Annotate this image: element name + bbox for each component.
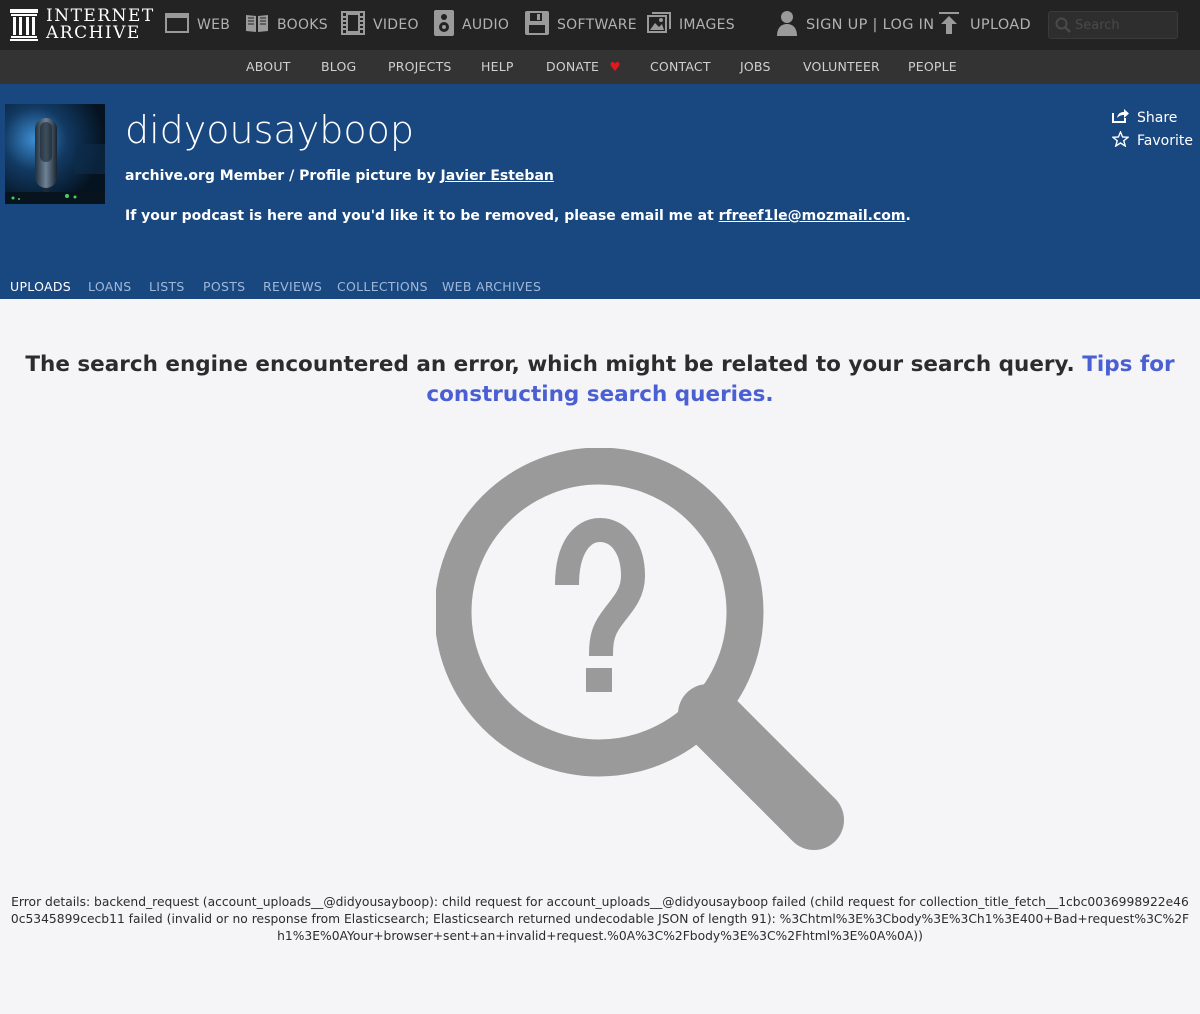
- photo-credit-link[interactable]: Javier Esteban: [440, 168, 553, 184]
- favorite-label: Favorite: [1137, 132, 1193, 149]
- tab-collections[interactable]: COLLECTIONS: [337, 279, 428, 294]
- heart-icon: ♥: [609, 59, 621, 74]
- nav-donate[interactable]: DONATE ♥: [546, 59, 621, 74]
- logo-line-2: ARCHIVE: [46, 23, 141, 43]
- tab-loans[interactable]: LOANS: [88, 279, 131, 294]
- nav-audio-label: AUDIO: [462, 17, 510, 33]
- nav-web-label: WEB: [197, 17, 231, 33]
- error-details: Error details: backend_request (account_…: [10, 895, 1190, 943]
- star-icon: [1111, 129, 1137, 151]
- upload-label: UPLOAD: [970, 17, 1031, 33]
- nav-images[interactable]: IMAGES: [647, 0, 735, 50]
- search-box: [1048, 11, 1178, 39]
- nav-software-label: SOFTWARE: [557, 17, 637, 33]
- nav-images-label: IMAGES: [679, 17, 735, 33]
- nav-about[interactable]: ABOUT: [246, 59, 291, 74]
- archive-building-icon: [10, 9, 38, 41]
- nav-volunteer[interactable]: VOLUNTEER: [803, 59, 880, 74]
- search-input[interactable]: [1075, 16, 1173, 34]
- profile-meta-text: archive.org Member / Profile picture by: [125, 168, 441, 184]
- profile-actions: Share Favorite: [1111, 106, 1193, 152]
- profile-header: didyousayboop archive.org Member / Profi…: [0, 84, 1200, 299]
- tab-lists[interactable]: LISTS: [149, 279, 185, 294]
- film-strip-icon: [341, 11, 365, 39]
- browser-window-icon: [165, 13, 189, 37]
- nav-video[interactable]: VIDEO: [341, 0, 419, 50]
- profile-description: If your podcast is here and you'd like i…: [125, 208, 911, 224]
- sign-up-log-in-label: SIGN UP | LOG IN: [806, 17, 935, 33]
- nav-contact[interactable]: CONTACT: [650, 59, 711, 74]
- profile-description-text: If your podcast is here and you'd like i…: [125, 208, 719, 224]
- nav-jobs[interactable]: JOBS: [740, 59, 771, 74]
- user-icon: [776, 10, 798, 40]
- search-icon: [1055, 17, 1071, 37]
- logo-wordmark: INTERNET ARCHIVE: [46, 8, 155, 42]
- secondary-navigation: ABOUT BLOG PROJECTS HELP DONATE ♥ CONTAC…: [0, 50, 1200, 84]
- nav-people[interactable]: PEOPLE: [908, 59, 957, 74]
- avatar: [5, 104, 105, 204]
- nav-books-label: BOOKS: [277, 17, 328, 33]
- upload-button[interactable]: UPLOAD: [939, 0, 1031, 50]
- favorite-button[interactable]: Favorite: [1111, 129, 1193, 152]
- magnifier-question-icon: [434, 447, 846, 856]
- tab-uploads[interactable]: UPLOADS: [10, 279, 71, 294]
- top-navigation-bar: INTERNET ARCHIVE WEB BOOKS VIDEO AUDIO S…: [0, 0, 1200, 50]
- picture-icon: [647, 12, 671, 38]
- nav-software[interactable]: SOFTWARE: [525, 0, 637, 50]
- share-button[interactable]: Share: [1112, 106, 1193, 129]
- upload-arrow-icon: [939, 12, 959, 38]
- nav-projects[interactable]: PROJECTS: [388, 59, 452, 74]
- open-book-icon: [245, 13, 269, 37]
- speaker-icon: [434, 10, 454, 40]
- search-error-message: The search engine encountered an error, …: [0, 350, 1200, 410]
- nav-audio[interactable]: AUDIO: [434, 0, 509, 50]
- search-error-text: The search engine encountered an error, …: [25, 352, 1075, 377]
- nav-blog[interactable]: BLOG: [321, 59, 356, 74]
- internet-archive-logo[interactable]: INTERNET ARCHIVE: [10, 8, 155, 42]
- share-label: Share: [1137, 109, 1178, 126]
- email-link[interactable]: rfreef1le@mozmail.com: [719, 208, 906, 224]
- profile-meta: archive.org Member / Profile picture by …: [125, 168, 554, 184]
- share-icon: [1112, 108, 1137, 127]
- nav-donate-label: DONATE: [546, 59, 600, 74]
- nav-web[interactable]: WEB: [165, 0, 230, 50]
- sign-up-log-in[interactable]: SIGN UP | LOG IN: [776, 0, 934, 50]
- nav-books[interactable]: BOOKS: [245, 0, 328, 50]
- profile-description-suffix: .: [905, 208, 911, 224]
- profile-username: didyousayboop: [125, 108, 414, 152]
- tab-posts[interactable]: POSTS: [203, 279, 245, 294]
- tab-reviews[interactable]: REVIEWS: [263, 279, 322, 294]
- floppy-disk-icon: [525, 11, 549, 39]
- tab-web-archives[interactable]: WEB ARCHIVES: [442, 279, 541, 294]
- nav-help[interactable]: HELP: [481, 59, 514, 74]
- nav-video-label: VIDEO: [373, 17, 419, 33]
